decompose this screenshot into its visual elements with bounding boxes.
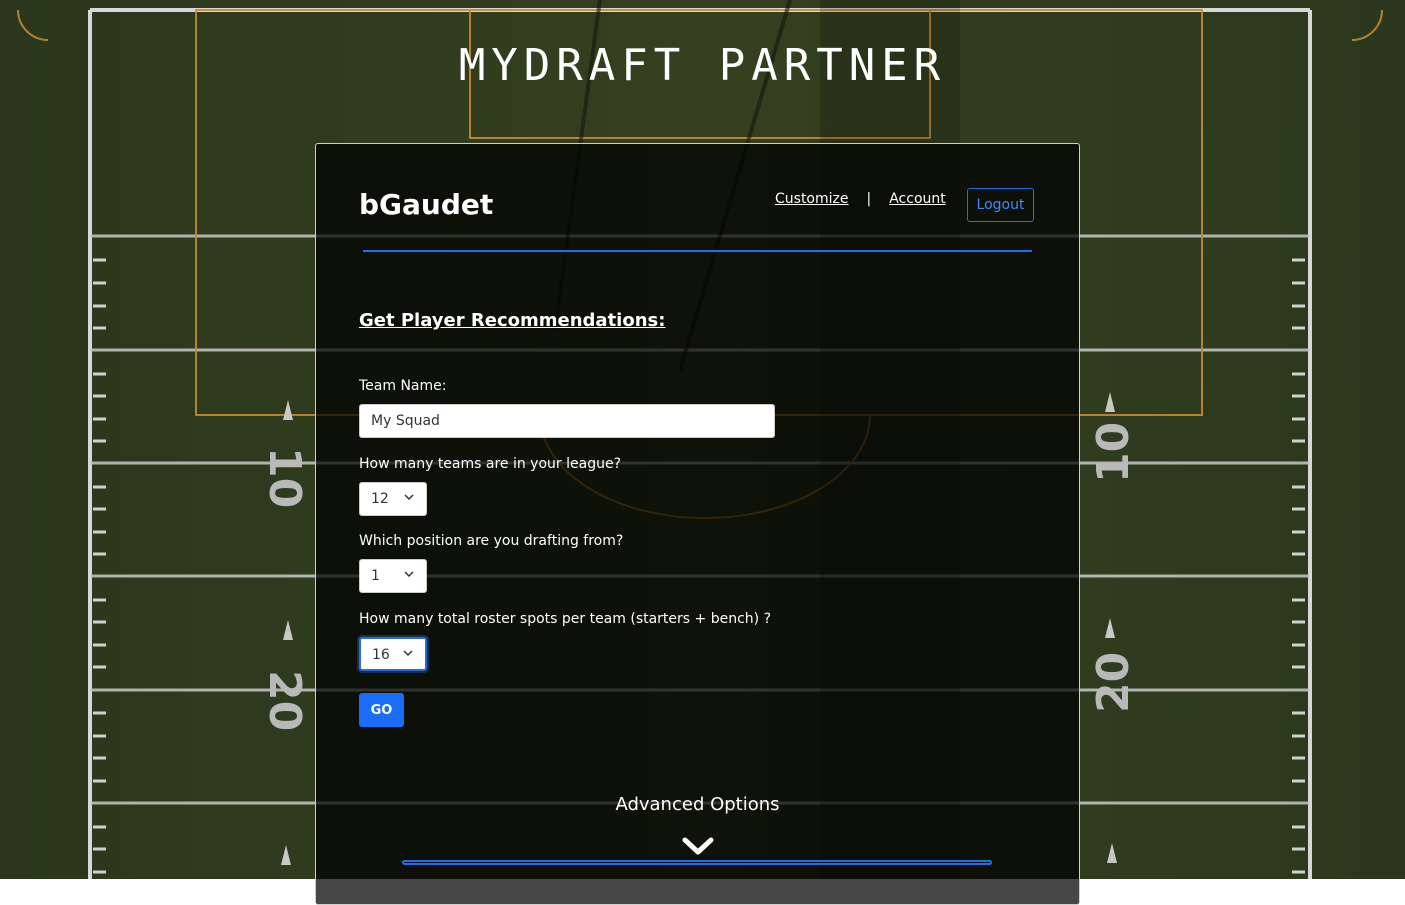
chevron-down-icon <box>404 494 414 501</box>
app-title: MYDRAFT PARTNER <box>458 40 947 91</box>
team-name-label: Team Name: <box>359 378 447 394</box>
account-nav: Customize | Account <box>775 191 946 207</box>
username: bGaudet <box>359 188 494 221</box>
chevron-down-icon <box>404 571 414 578</box>
logout-button[interactable]: Logout <box>967 188 1034 222</box>
yard-number-right-top: 10 <box>1088 422 1139 483</box>
nav-separator: | <box>866 191 872 207</box>
draft-position-label: Which position are you drafting from? <box>359 533 624 549</box>
advanced-options-label[interactable]: Advanced Options <box>316 794 1079 815</box>
roster-spots-select[interactable]: 16 <box>359 637 427 671</box>
chevron-down-icon[interactable] <box>682 836 714 858</box>
team-name-input[interactable] <box>359 404 775 438</box>
draft-position-select[interactable]: 1 <box>359 559 427 593</box>
account-link[interactable]: Account <box>889 191 946 207</box>
recommendation-card: bGaudet Customize | Account Logout Get Pla… <box>315 143 1080 905</box>
advanced-options-bar <box>402 860 992 865</box>
section-heading: Get Player Recommendations: <box>359 310 666 331</box>
draft-position-value: 1 <box>371 568 380 584</box>
yard-number-left-bottom: 20 <box>259 670 310 731</box>
customize-link[interactable]: Customize <box>775 191 849 207</box>
go-button[interactable]: GO <box>359 693 404 727</box>
chevron-down-icon <box>403 650 413 657</box>
roster-spots-value: 16 <box>372 647 390 663</box>
roster-spots-label: How many total roster spots per team (st… <box>359 611 772 627</box>
yard-number-left-top: 10 <box>259 447 310 508</box>
teams-count-select[interactable]: 12 <box>359 482 427 516</box>
yard-number-right-bottom: 20 <box>1088 652 1139 713</box>
header-divider <box>363 250 1032 252</box>
teams-count-value: 12 <box>371 491 389 507</box>
teams-count-label: How many teams are in your league? <box>359 456 622 472</box>
